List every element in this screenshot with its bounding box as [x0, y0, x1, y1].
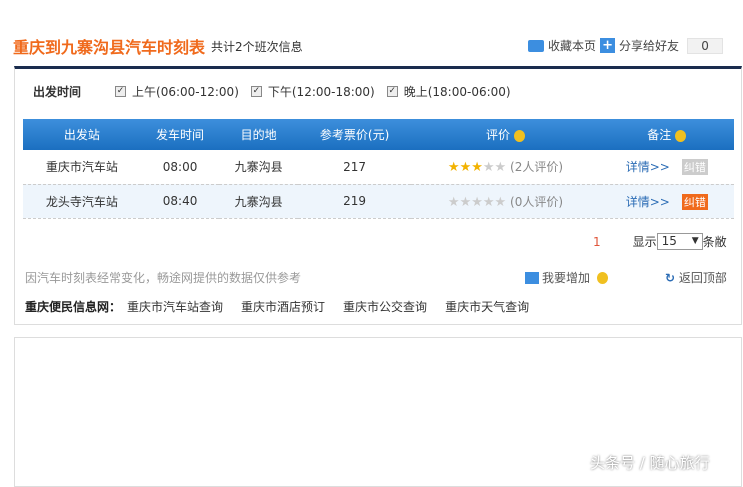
col-price: 参考票价(元)	[297, 119, 412, 150]
cell-station: 龙头寺汽车站	[23, 184, 141, 219]
cell-notes: 详情>> 纠错	[599, 184, 734, 219]
trip-count: 共计2个班次信息	[211, 40, 303, 54]
folder-icon	[528, 39, 544, 52]
cell-station: 重庆市汽车站	[23, 150, 141, 185]
share-link[interactable]: 分享给好友	[619, 37, 679, 54]
col-notes: 备注	[599, 119, 734, 150]
page-title: 重庆到九寨沟县汽车时刻表	[13, 38, 206, 57]
checkbox-afternoon[interactable]: ✓	[250, 86, 262, 97]
watermark: 头条号 / 随心旅行	[590, 454, 710, 472]
cell-rating: ★★★★★ (2人评价)	[411, 150, 600, 185]
related-links: 重庆便民信息网： 重庆市汽车站查询 重庆市酒店预订 重庆市公交查询 重庆市天气查…	[25, 298, 529, 315]
page-1[interactable]: 1	[593, 235, 601, 249]
link-transit[interactable]: 重庆市公交查询	[343, 298, 427, 315]
option-afternoon[interactable]: 下午(12:00-18:00)	[268, 83, 375, 100]
link-weather[interactable]: 重庆市天气查询	[445, 298, 529, 315]
link-bus-station[interactable]: 重庆市汽车站查询	[127, 298, 223, 315]
col-dest: 目的地	[219, 119, 298, 150]
schedule-panel: 出发时间 ✓ 上午(06:00-12:00) ✓ 下午(12:00-18:00) ✓…	[14, 66, 742, 325]
col-station: 出发站	[23, 119, 141, 150]
share-count: 0	[687, 37, 724, 54]
refresh-icon: ↻	[665, 271, 676, 285]
review-count: (2人评价)	[510, 160, 564, 175]
chevron-down-icon: ▼	[691, 236, 699, 246]
star-icon[interactable]: ★	[483, 195, 495, 210]
star-icon[interactable]: ★	[448, 160, 460, 175]
star-icon[interactable]: ★	[460, 195, 472, 210]
show-label: 显示	[632, 235, 657, 249]
per-page-select[interactable]: 15 ▼	[656, 233, 703, 250]
detail-link[interactable]: 详情>>	[626, 160, 670, 174]
add-schedule-button[interactable]: 我要增加	[525, 269, 609, 286]
star-icon[interactable]: ★	[460, 160, 472, 175]
filter-label: 出发时间	[33, 85, 82, 99]
coin-icon	[597, 271, 609, 284]
schedule-table: 出发站 发车时间 目的地 参考票价(元) 评价 备注 重庆市汽车站 08:00 …	[23, 119, 734, 219]
option-morning[interactable]: 上午(06:00-12:00)	[132, 83, 239, 100]
back-to-top-link[interactable]: ↻ 返回顶部	[665, 269, 727, 286]
option-evening[interactable]: 晚上(18:00-06:00)	[404, 83, 511, 100]
detail-link[interactable]: 详情>>	[626, 195, 670, 209]
cell-rating: ★★★★★ (0人评价)	[411, 184, 600, 219]
cell-price: 219	[297, 184, 412, 219]
cell-dest: 九寨沟县	[219, 184, 298, 219]
coin-icon	[513, 129, 525, 142]
cell-notes: 详情>> 纠错	[599, 150, 734, 185]
star-icon[interactable]: ★	[495, 160, 507, 175]
table-row: 龙头寺汽车站 08:40 九寨沟县 219 ★★★★★ (0人评价) 详情>> 纠…	[23, 184, 734, 219]
star-icon[interactable]: ★	[471, 160, 483, 175]
cell-time: 08:40	[140, 184, 220, 219]
report-error-button[interactable]: 纠错	[681, 193, 708, 210]
report-error-button[interactable]: 纠错	[681, 159, 708, 176]
checkbox-morning[interactable]: ✓	[115, 86, 127, 97]
cell-time: 08:00	[140, 150, 220, 185]
links-label: 重庆便民信息网：	[25, 300, 122, 314]
bookmark-link[interactable]: 收藏本页	[548, 37, 596, 54]
col-time: 发车时间	[140, 119, 220, 150]
checkbox-evening[interactable]: ✓	[386, 86, 398, 97]
cell-dest: 九寨沟县	[219, 150, 298, 185]
col-rating: 评价	[411, 119, 600, 150]
link-hotel[interactable]: 重庆市酒店预订	[241, 298, 325, 315]
pagination: 1 显示 15 ▼ 条敝	[593, 233, 727, 250]
table-row: 重庆市汽车站 08:00 九寨沟县 217 ★★★★★ (2人评价) 详情>> 纠…	[23, 150, 734, 185]
unit-label: 条敝	[702, 235, 727, 249]
coin-icon	[675, 129, 687, 142]
time-filter: 出发时间 ✓ 上午(06:00-12:00) ✓ 下午(12:00-18:00) ✓…	[33, 83, 511, 100]
cell-price: 217	[297, 150, 412, 185]
add-list-icon	[525, 271, 539, 284]
star-icon[interactable]: ★	[483, 160, 495, 175]
star-icon[interactable]: ★	[448, 195, 460, 210]
plus-icon[interactable]: +	[600, 38, 616, 53]
star-icon[interactable]: ★	[471, 195, 483, 210]
star-icon[interactable]: ★	[495, 195, 507, 210]
disclaimer: 因汽车时刻表经常变化，畅途网提供的数据仅供参考	[25, 271, 302, 285]
review-count: (0人评价)	[510, 194, 564, 209]
